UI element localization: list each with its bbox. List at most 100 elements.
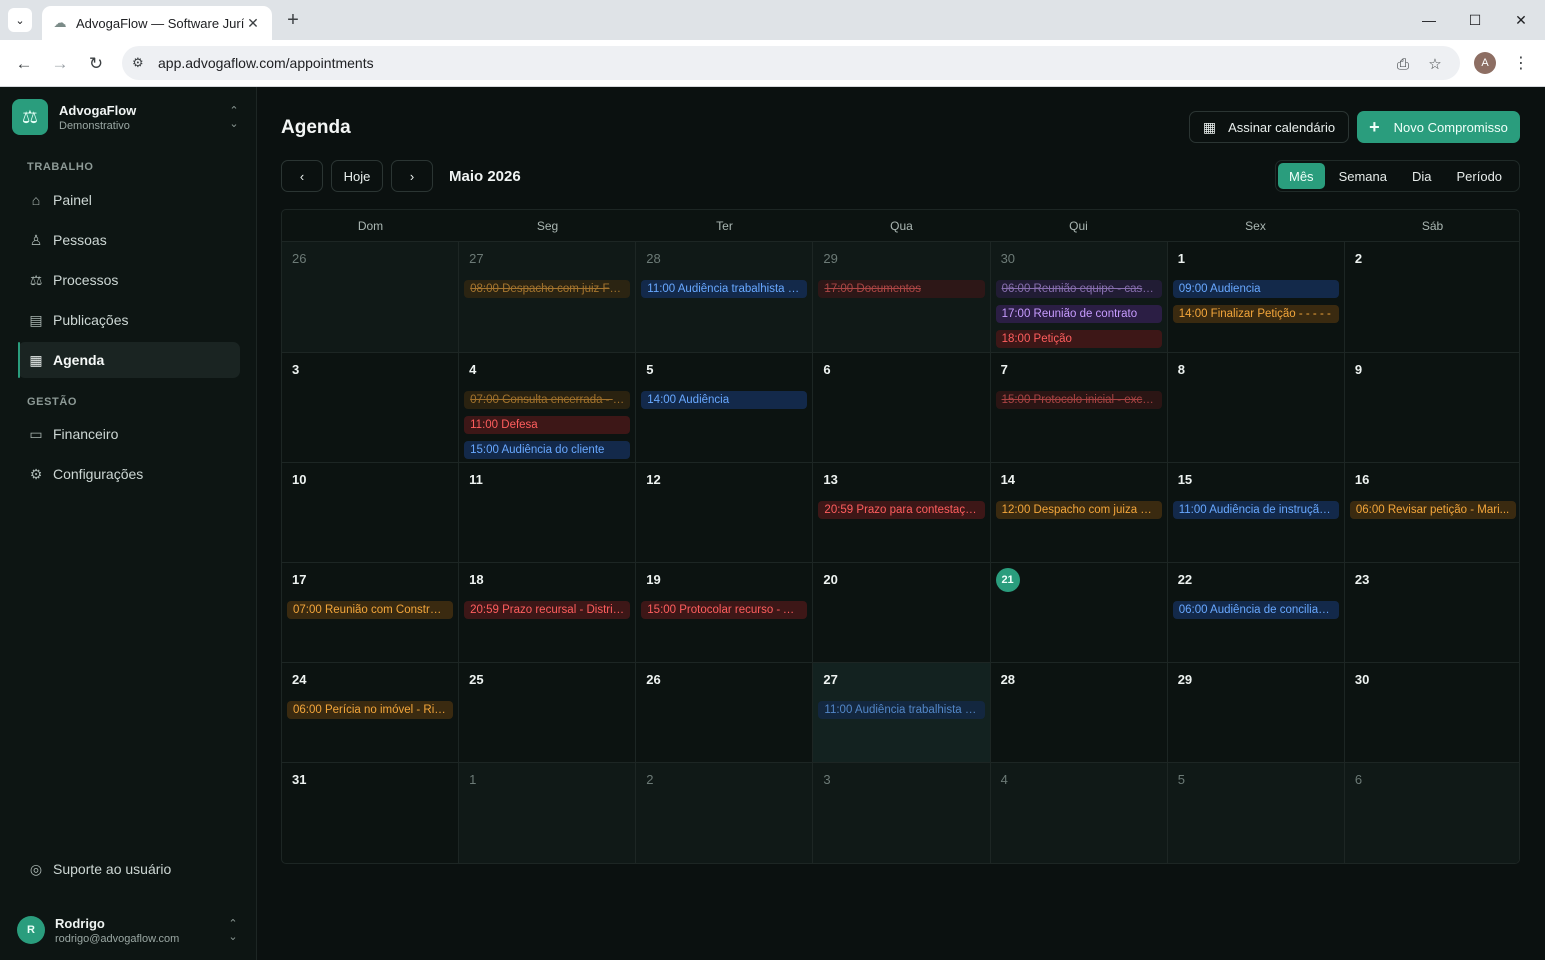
tab-close-icon[interactable]: ✕ — [244, 14, 262, 32]
support-link[interactable]: ◎ Suporte ao usuário — [18, 851, 240, 887]
calendar-day-cell[interactable]: 26 — [282, 242, 460, 352]
calendar-day-cell[interactable]: 28 11:00 Audiência trabalhista - ... — [636, 242, 814, 352]
site-info-icon[interactable]: ⚙ — [122, 55, 152, 71]
browser-tab[interactable]: ☁ AdvogaFlow — Software Jurídico ✕ — [42, 6, 272, 40]
browser-menu-icon[interactable]: ⋮ — [1510, 50, 1532, 76]
forward-button[interactable]: → — [46, 50, 74, 78]
calendar-day-cell[interactable]: 2 — [1345, 242, 1519, 352]
maximize-button[interactable]: ☐ — [1460, 6, 1490, 34]
calendar-day-cell[interactable]: 17 07:00 Reunião com Construt... — [282, 563, 460, 662]
calendar-day-cell[interactable]: 27 08:00 Despacho com juiz Fer... — [459, 242, 637, 352]
calendar-day-cell[interactable]: 20 — [813, 563, 991, 662]
calendar-event[interactable]: 20:59 Prazo para contestaçã... — [818, 501, 985, 519]
calendar-event[interactable]: 07:00 Reunião com Construt... — [287, 601, 454, 619]
calendar-event[interactable]: 11:00 Audiência de instrução ... — [1172, 501, 1339, 519]
calendar-event[interactable]: 06:00 Audiência de conciliaç... — [1172, 601, 1339, 619]
calendar-event[interactable]: 06:00 Perícia no imóvel - Ric... — [287, 701, 454, 719]
calendar-event[interactable]: 15:00 Audiência do cliente — [464, 441, 631, 459]
calendar-day-cell[interactable]: 4 — [990, 763, 1168, 863]
calendar-day-cell[interactable]: 19 15:00 Protocolar recurso - An... — [636, 563, 814, 662]
calendar-event[interactable]: 06:00 Reunião equipe - caso... — [995, 280, 1162, 298]
calendar-day-cell[interactable]: 6 — [1344, 763, 1519, 863]
calendar-day-cell[interactable]: 28 — [991, 663, 1168, 762]
back-button[interactable]: ← — [10, 50, 38, 78]
close-window-button[interactable]: ✕ — [1506, 6, 1536, 34]
calendar-day-cell[interactable]: 16 06:00 Revisar petição - Mari... — [1345, 463, 1519, 562]
sidebar-item-configuracoes[interactable]: ⚙ Configurações — [18, 456, 240, 492]
calendar-day-cell[interactable]: 14 12:00 Despacho com juiza Pa... — [991, 463, 1168, 562]
prev-month-button[interactable]: ‹ — [281, 160, 323, 192]
install-app-icon[interactable]: ⎙ — [1391, 52, 1415, 76]
calendar-day-cell[interactable]: 21 — [991, 563, 1168, 662]
calendar-event[interactable]: 06:00 Revisar petição - Mari... — [1349, 501, 1516, 519]
reload-button[interactable]: ↻ — [82, 50, 110, 78]
calendar-day-cell[interactable]: 5 — [1167, 763, 1345, 863]
calendar-day-cell[interactable]: 23 — [1345, 563, 1519, 662]
calendar-day-cell[interactable]: 12 — [636, 463, 814, 562]
calendar-event[interactable]: 20:59 Prazo recursal - Distrib... — [464, 601, 631, 619]
calendar-day-cell[interactable]: 3 — [282, 353, 460, 462]
calendar-event[interactable]: 11:00 Audiência trabalhista - ... — [641, 280, 808, 298]
profile-avatar[interactable]: A — [1474, 52, 1496, 74]
calendar-day-cell[interactable]: 8 — [1168, 353, 1345, 462]
calendar-event[interactable]: 11:00 Audiência trabalhista - ... — [818, 701, 985, 719]
calendar-day-cell[interactable]: 31 — [282, 763, 460, 863]
today-button[interactable]: Hoje — [331, 160, 383, 192]
calendar-day-cell[interactable]: 24 06:00 Perícia no imóvel - Ric... — [282, 663, 460, 762]
calendar-day-cell[interactable]: 29 17:00 Documentos — [813, 242, 991, 352]
address-bar[interactable]: ⚙ app.advogaflow.com/appointments — [122, 46, 1460, 80]
calendar-event[interactable]: 15:00 Protocolar recurso - An... — [641, 601, 808, 619]
calendar-day-cell[interactable]: 13 20:59 Prazo para contestaçã... — [813, 463, 991, 562]
calendar-day-cell[interactable]: 18 20:59 Prazo recursal - Distrib... — [459, 563, 637, 662]
calendar-day-cell[interactable]: 7 15:00 Protocolo inicial - exce... — [991, 353, 1168, 462]
calendar-day-cell[interactable]: 1 09:00 Audiencia 14:00 Finalizar Petição … — [1168, 242, 1345, 352]
calendar-event[interactable]: 17:00 Documentos — [818, 280, 985, 298]
calendar-day-cell[interactable]: 5 14:00 Audiência — [636, 353, 814, 462]
view-month-button[interactable]: Mês — [1278, 163, 1325, 189]
calendar-day-cell[interactable]: 2 — [636, 763, 814, 863]
sidebar-item-publicacoes[interactable]: ▤ Publicações — [18, 302, 240, 338]
sidebar-item-agenda[interactable]: ▦ Agenda — [18, 342, 240, 378]
calendar-event[interactable]: 14:00 Audiência — [641, 391, 808, 409]
calendar-event[interactable]: 11:00 Defesa — [464, 416, 631, 434]
minimize-button[interactable]: — — [1414, 6, 1444, 34]
sidebar-item-painel[interactable]: ⌂ Painel — [18, 182, 240, 218]
sidebar-item-financeiro[interactable]: ▭ Financeiro — [18, 416, 240, 452]
calendar-event[interactable]: 15:00 Protocolo inicial - exce... — [995, 391, 1162, 409]
view-period-button[interactable]: Período — [1446, 163, 1514, 189]
calendar-day-cell[interactable]: 4 07:00 Consulta encerrada - e... 11:00 De… — [459, 353, 637, 462]
next-month-button[interactable]: › — [391, 160, 433, 192]
calendar-event[interactable]: 09:00 Audiencia — [1172, 280, 1339, 298]
calendar-event[interactable]: 08:00 Despacho com juiz Fer... — [464, 280, 631, 298]
calendar-day-cell[interactable]: 6 — [813, 353, 991, 462]
calendar-event[interactable]: 14:00 Finalizar Petição - - - - - — [1172, 305, 1339, 323]
calendar-day-cell[interactable]: 27 11:00 Audiência trabalhista - ... — [813, 663, 991, 762]
view-day-button[interactable]: Dia — [1401, 163, 1443, 189]
calendar-day-cell[interactable]: 26 — [636, 663, 814, 762]
new-appointment-button[interactable]: + Novo Compromisso — [1357, 111, 1520, 143]
calendar-day-cell[interactable]: 25 — [459, 663, 637, 762]
calendar-day-cell[interactable]: 15 11:00 Audiência de instrução ... — [1168, 463, 1345, 562]
calendar-event[interactable]: 18:00 Petição — [995, 330, 1162, 348]
user-menu[interactable]: R Rodrigo rodrigo@advogaflow.com ⌃ ⌄ — [17, 913, 243, 947]
view-week-button[interactable]: Semana — [1328, 163, 1398, 189]
calendar-event[interactable]: 12:00 Despacho com juiza Pa... — [995, 501, 1162, 519]
calendar-day-cell[interactable]: 29 — [1168, 663, 1345, 762]
new-tab-button[interactable]: + — [282, 9, 304, 31]
calendar-day-cell[interactable]: 9 — [1345, 353, 1519, 462]
calendar-day-cell[interactable]: 30 — [1345, 663, 1519, 762]
calendar-day-cell[interactable]: 1 — [459, 763, 637, 863]
calendar-day-cell[interactable]: 3 — [813, 763, 991, 863]
calendar-day-cell[interactable]: 30 06:00 Reunião equipe - caso... 17:00 Re… — [990, 242, 1168, 352]
tab-search-button[interactable]: ⌄ — [8, 8, 32, 32]
subscribe-calendar-button[interactable]: ▦ Assinar calendário — [1189, 111, 1349, 143]
calendar-day-cell[interactable]: 10 — [282, 463, 460, 562]
bookmark-star-icon[interactable]: ☆ — [1423, 52, 1447, 76]
sidebar-item-pessoas[interactable]: ♙ Pessoas — [18, 222, 240, 258]
calendar-event[interactable]: 17:00 Reunião de contrato — [995, 305, 1162, 323]
calendar-event[interactable]: 07:00 Consulta encerrada - e... — [464, 391, 631, 409]
calendar-day-cell[interactable]: 22 06:00 Audiência de conciliaç... — [1168, 563, 1345, 662]
workspace-switcher[interactable]: ⚖ AdvogaFlow Demonstrativo ⌃ ⌄ — [12, 99, 244, 135]
sidebar-item-processos[interactable]: ⚖ Processos — [18, 262, 240, 298]
calendar-day-cell[interactable]: 11 — [459, 463, 637, 562]
